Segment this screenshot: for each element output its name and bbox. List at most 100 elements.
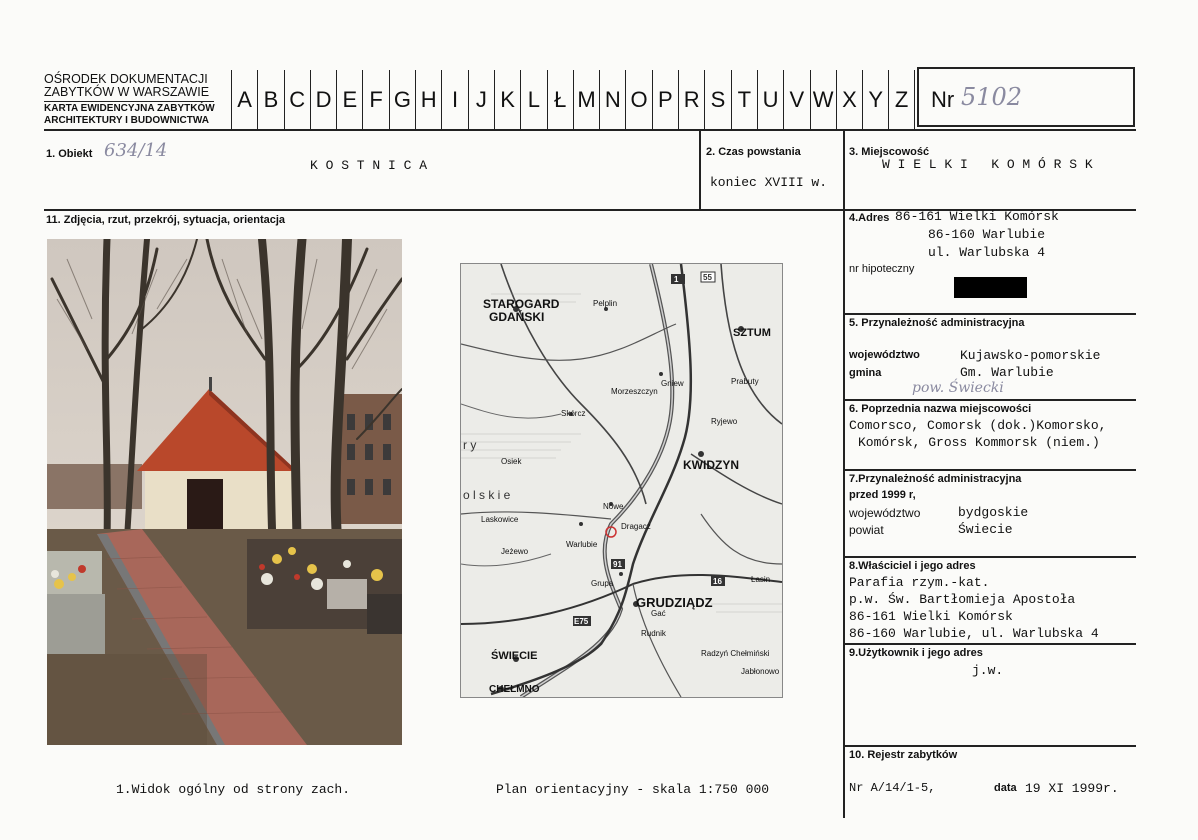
alphabet-letter: A (231, 70, 257, 130)
svg-text:Ryjewo: Ryjewo (711, 417, 738, 426)
alphabet-letter: T (730, 70, 757, 130)
nr-label: Nr (931, 87, 955, 112)
svg-text:Jabłonowo: Jabłonowo (741, 667, 780, 676)
svg-text:o l s k i e: o l s k i e (463, 488, 511, 502)
right-line-7 (845, 469, 1136, 471)
svg-text:Jeżewo: Jeżewo (501, 547, 529, 556)
powiat-value: Świecie (958, 522, 1013, 537)
redacted-block (954, 277, 1027, 298)
right-line-9 (845, 643, 1136, 645)
frame-divider-czas (699, 130, 701, 209)
adres-line-1: 86-161 Wielki Komórsk (895, 209, 1059, 224)
przyn1999-label-1: 7.Przynależność administracyjna (849, 473, 1022, 485)
wlasciciel-line-2: p.w. Św. Bartłomieja Apostoła (849, 592, 1076, 607)
svg-text:Laskowice: Laskowice (481, 515, 519, 524)
alphabet-letter: R (678, 70, 704, 130)
wojewodztwo-label: województwo (849, 349, 920, 361)
poprz-line-1: Comorsco, Comorsk (dok.)Komorsko, (849, 418, 1107, 433)
building-photo (47, 239, 402, 745)
alphabet-letter: V (783, 70, 809, 130)
wlasciciel-label: 8.Właściciel i jego adres (849, 560, 976, 572)
map-town-grudziadz: GRUDZIĄDZ (636, 595, 713, 610)
svg-text:Osiek: Osiek (501, 457, 522, 466)
svg-text:Gać: Gać (651, 609, 666, 618)
map-town-swiecie: ŚWIECIE (491, 649, 537, 662)
svg-text:Gniew: Gniew (661, 379, 684, 388)
alphabet-letter: C (283, 70, 310, 130)
wlasciciel-line-4: 86-160 Warlubie, ul. Warlubska 4 (849, 626, 1099, 641)
card-line-1: KARTA EWIDENCYJNA ZABYTKÓW (44, 103, 215, 114)
alphabet-letter: K (493, 70, 520, 130)
poprz-label: 6. Poprzednia nazwa miejscowości (849, 403, 1032, 415)
alphabet-letter: M (572, 70, 599, 130)
alphabet-letter: X (835, 70, 862, 130)
right-line-10 (845, 745, 1136, 747)
svg-text:Prabuty: Prabuty (731, 377, 759, 386)
alphabet-letter: Y (862, 70, 888, 130)
alphabet-letter: J (467, 70, 494, 130)
adres-line-2: 86-160 Warlubie (928, 227, 1046, 242)
map-town-chelmno: CHEŁMNO (489, 684, 540, 695)
alphabet-letter: Ł (546, 70, 573, 130)
frame-divider-right (843, 130, 845, 818)
woj1999-label: województwo (849, 506, 921, 520)
right-line-8 (845, 556, 1136, 558)
org-line-2: ZABYTKÓW W WARSZAWIE (44, 85, 210, 99)
poprz-line-2: Komórsk, Gross Kommorsk (niem.) (858, 435, 1100, 450)
wojewodztwo-value: Kujawsko-pomorskie (960, 348, 1101, 363)
svg-text:1: 1 (674, 275, 679, 284)
orientation-map: 1 55 91 16 E75 STAROGARD GDAŃSKI SZTUM K… (460, 263, 783, 698)
rejestr-label: 10. Rejestr zabytków (849, 749, 958, 761)
alphabet-letter: I (441, 70, 467, 130)
svg-text:Morzeszczyn: Morzeszczyn (611, 387, 658, 396)
obiekt-hand-number: 634/14 (104, 140, 168, 161)
przyn-label: 5. Przynależność administracyjna (849, 317, 1025, 329)
svg-text:Pelplin: Pelplin (593, 299, 617, 308)
svg-text:Nowe: Nowe (603, 502, 624, 511)
svg-text:55: 55 (703, 273, 712, 282)
photos-label: 11. Zdjęcia, rzut, przekrój, sytuacja, o… (46, 214, 286, 226)
alphabet-letter: E (336, 70, 362, 130)
czas-label: 2. Czas powstania (706, 146, 801, 158)
svg-text:Skórcz: Skórcz (561, 409, 585, 418)
gmina-value: Gm. Warlubie (960, 365, 1054, 380)
svg-text:Warlubie: Warlubie (566, 540, 598, 549)
svg-text:Łasin: Łasin (751, 575, 770, 584)
right-line-5 (845, 313, 1136, 315)
header-divider (44, 101, 214, 102)
czas-value: koniec XVIII w. (710, 175, 828, 190)
rejestr-data-label: data (994, 782, 1017, 794)
alphabet-index: ABCDEFGHIJKLŁMNOPRSTUVWXYZ (231, 70, 915, 130)
alphabet-letter: W (809, 70, 836, 130)
wlasciciel-line-1: Parafia rzym.-kat. (849, 575, 990, 590)
rejestr-data-value: 19 XI 1999r. (1025, 781, 1119, 796)
alphabet-letter: N (599, 70, 625, 130)
map-town-gdanski: GDAŃSKI (489, 309, 544, 324)
rejestr-nr: Nr A/14/1-5, (849, 781, 936, 795)
alphabet-letter: F (362, 70, 388, 130)
svg-text:Dragacz: Dragacz (621, 522, 651, 531)
map-caption: Plan orientacyjny - skala 1:750 000 (496, 782, 770, 797)
svg-text:E75: E75 (574, 617, 589, 626)
alphabet-letter: O (625, 70, 651, 130)
hipoteczny-label: nr hipoteczny (849, 263, 915, 275)
nr-box: Nr 5102 (917, 67, 1135, 127)
uzytkownik-label: 9.Użytkownik i jego adres (849, 647, 983, 659)
alphabet-letter: G (388, 70, 415, 130)
alphabet-letter: P (651, 70, 678, 130)
svg-text:16: 16 (713, 577, 722, 586)
alphabet-letter: S (704, 70, 730, 130)
nr-value: 5102 (961, 83, 1023, 111)
alphabet-letter: B (257, 70, 283, 130)
map-town-kwidzyn: KWIDZYN (683, 458, 739, 472)
obiekt-label: 1. Obiekt (46, 148, 93, 160)
gmina-label: gmina (849, 367, 882, 379)
svg-text:Grupa: Grupa (591, 579, 614, 588)
card-line-2: ARCHITEKTURY I BUDOWNICTWA (44, 115, 209, 126)
alphabet-letter: U (756, 70, 783, 130)
alphabet-letter: Z (888, 70, 915, 130)
org-name: OŚRODEK DOKUMENTACJI ZABYTKÓW W WARSZAWI… (44, 73, 209, 99)
svg-text:91: 91 (613, 560, 622, 569)
svg-text:r y: r y (463, 438, 476, 452)
svg-text:Rudnik: Rudnik (641, 629, 667, 638)
